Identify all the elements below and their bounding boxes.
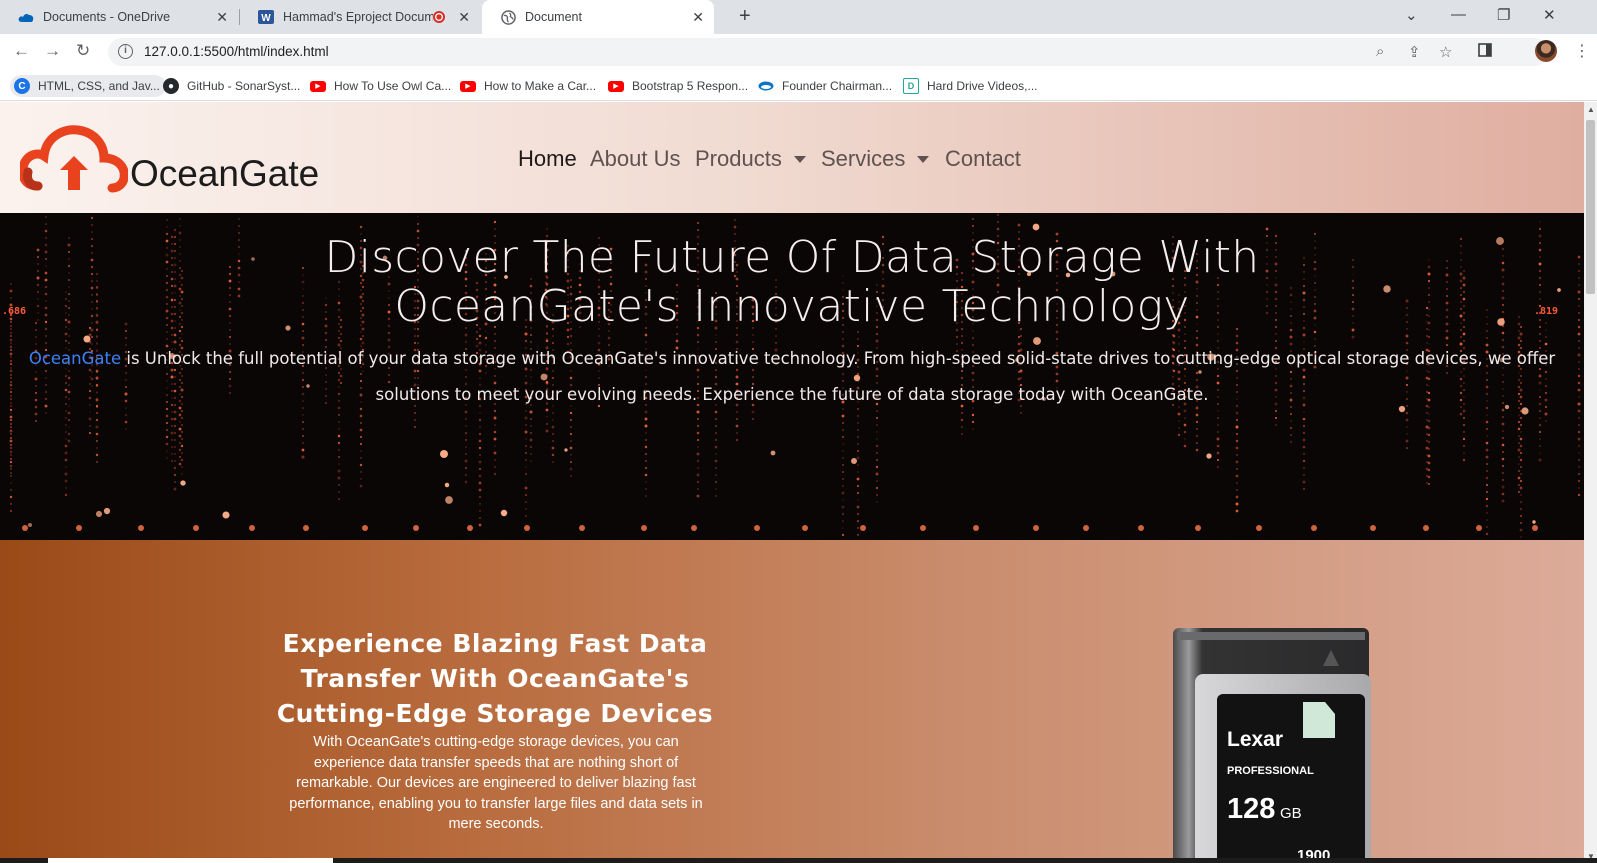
hero-title-line: Discover The Future Of Data Storage With bbox=[324, 232, 1260, 283]
nav-home[interactable]: Home bbox=[518, 146, 577, 172]
url-bar[interactable]: i 127.0.0.1:5500/html/index.html ⌕ ⇪ ☆ bbox=[108, 38, 1548, 66]
brand-link[interactable]: OceanGate bbox=[29, 349, 121, 368]
nav-products[interactable]: Products bbox=[695, 146, 806, 172]
bookmark-label: Founder Chairman... bbox=[782, 79, 893, 93]
close-window-icon[interactable]: ✕ bbox=[1543, 6, 1556, 24]
hero-paragraph-text: is Unlock the full potential of your dat… bbox=[121, 349, 1556, 404]
zoom-icon[interactable]: ⌕ bbox=[1376, 43, 1384, 60]
scroll-up-icon[interactable]: ▲ bbox=[1587, 105, 1595, 114]
youtube-icon: ▶ bbox=[460, 80, 476, 92]
cloud-upload-logo-icon[interactable] bbox=[20, 124, 128, 194]
nav-label: Services bbox=[821, 146, 906, 171]
bookmark-label: How To Use Owl Ca... bbox=[334, 79, 452, 93]
bookmark-star-icon[interactable]: ☆ bbox=[1439, 43, 1452, 61]
bookmarks-bar: C HTML, CSS, and Jav... ● GitHub - Sonar… bbox=[0, 70, 1597, 101]
bookmark-label: Bootstrap 5 Respon... bbox=[632, 79, 749, 93]
taskbar-strip bbox=[0, 858, 1597, 863]
tab-title: Document bbox=[525, 10, 582, 24]
side-panel-icon[interactable] bbox=[1478, 42, 1492, 62]
nav-label: Products bbox=[695, 146, 782, 171]
url-text[interactable]: 127.0.0.1:5500/html/index.html bbox=[144, 44, 329, 59]
bookmark-item[interactable]: ▶ How To Use Owl Ca... bbox=[310, 75, 451, 97]
tab-title: Documents - OneDrive bbox=[43, 10, 171, 24]
minimize-icon[interactable]: — bbox=[1451, 6, 1466, 23]
back-icon[interactable]: ← bbox=[13, 41, 30, 61]
nav-label: Home bbox=[518, 146, 577, 171]
nav-services[interactable]: Services bbox=[821, 146, 930, 172]
bookmark-label: How to Make a Car... bbox=[484, 79, 597, 93]
chevron-logo-icon bbox=[758, 78, 774, 94]
tab-strip: Documents - OneDrive ✕ W Hammad's Eproje… bbox=[0, 0, 1597, 34]
card-unit: GB bbox=[1280, 805, 1302, 822]
card-brand: Lexar bbox=[1227, 728, 1283, 751]
restore-icon[interactable]: ❐ bbox=[1497, 6, 1510, 24]
hero-section: .686 .819 Discover The Future Of Data St… bbox=[0, 213, 1584, 540]
menu-icon[interactable]: ⋮ bbox=[1574, 41, 1590, 61]
new-tab-icon[interactable]: + bbox=[739, 5, 751, 28]
profile-avatar[interactable] bbox=[1535, 40, 1557, 62]
bookmark-label: GitHub - SonarSyst... bbox=[187, 79, 301, 93]
svg-text:W: W bbox=[261, 13, 271, 24]
hero-paragraph: OceanGate is Unlock the full potential o… bbox=[12, 341, 1572, 413]
memory-card-image: Lexar PROFESSIONAL 128 GB 1900 bbox=[1173, 628, 1371, 863]
tab-search-icon[interactable]: ⌄ bbox=[1405, 6, 1418, 24]
bookmark-item[interactable]: Founder Chairman... bbox=[758, 75, 892, 97]
bookmark-item[interactable]: ● GitHub - SonarSyst... bbox=[163, 75, 300, 97]
nav-label: Contact bbox=[945, 146, 1021, 171]
bookmark-label: Hard Drive Videos,... bbox=[927, 79, 1038, 93]
close-tab-icon[interactable]: ✕ bbox=[216, 9, 228, 26]
tab-title: Hammad's Eproject Docume bbox=[283, 10, 433, 24]
taskbar-indicator bbox=[48, 858, 333, 863]
card-line: PROFESSIONAL bbox=[1227, 765, 1314, 777]
site-info-icon[interactable]: i bbox=[118, 44, 133, 59]
recording-icon bbox=[433, 11, 445, 23]
bookmark-label: HTML, CSS, and Jav... bbox=[38, 79, 160, 93]
feature-section: Experience Blazing Fast Data Transfer Wi… bbox=[0, 540, 1584, 863]
site-header: OceanGate Home About Us Products Service… bbox=[0, 102, 1584, 213]
youtube-icon: ▶ bbox=[608, 80, 624, 92]
bookmark-item[interactable]: ▶ How to Make a Car... bbox=[460, 75, 596, 97]
caret-down-icon bbox=[793, 155, 806, 163]
nav-about[interactable]: About Us bbox=[590, 146, 681, 172]
tab-eproject[interactable]: W Hammad's Eproject Docume ✕ bbox=[240, 0, 480, 34]
hero-title: Discover The Future Of Data Storage With… bbox=[0, 233, 1584, 331]
bookmark-item[interactable]: C HTML, CSS, and Jav... bbox=[10, 75, 166, 97]
feature-title: Experience Blazing Fast Data Transfer Wi… bbox=[276, 629, 714, 728]
word-icon: W bbox=[258, 9, 274, 25]
github-icon: ● bbox=[163, 78, 179, 94]
reload-icon[interactable]: ↻ bbox=[76, 41, 90, 61]
scroll-thumb[interactable] bbox=[1586, 120, 1595, 294]
caret-down-icon bbox=[917, 155, 930, 163]
hero-title-line: OceanGate's Innovative Technology bbox=[394, 281, 1190, 332]
globe-icon bbox=[500, 9, 516, 25]
d-icon: D bbox=[903, 78, 919, 94]
g-icon: C bbox=[14, 78, 30, 94]
bookmark-item[interactable]: D Hard Drive Videos,... bbox=[903, 75, 1038, 97]
nav-contact[interactable]: Contact bbox=[945, 146, 1021, 172]
nav-label: About Us bbox=[590, 146, 681, 171]
forward-icon[interactable]: → bbox=[44, 41, 61, 61]
bookmark-item[interactable]: ▶ Bootstrap 5 Respon... bbox=[608, 75, 748, 97]
onedrive-icon bbox=[18, 9, 34, 25]
tab-onedrive[interactable]: Documents - OneDrive ✕ bbox=[0, 0, 238, 34]
tab-document[interactable]: Document ✕ bbox=[482, 0, 714, 34]
feature-paragraph: With OceanGate's cutting-edge storage de… bbox=[289, 734, 703, 832]
address-toolbar: ← → ↻ i 127.0.0.1:5500/html/index.html ⌕… bbox=[0, 34, 1597, 70]
share-icon[interactable]: ⇪ bbox=[1408, 43, 1421, 61]
close-tab-icon[interactable]: ✕ bbox=[692, 9, 704, 26]
card-capacity: 128 bbox=[1227, 793, 1275, 825]
brand-name[interactable]: OceanGate bbox=[130, 153, 319, 195]
page-scrollbar[interactable]: ▲ ▼ bbox=[1584, 102, 1597, 863]
youtube-icon: ▶ bbox=[310, 80, 326, 92]
page-viewport: OceanGate Home About Us Products Service… bbox=[0, 102, 1584, 863]
close-tab-icon[interactable]: ✕ bbox=[458, 9, 470, 26]
